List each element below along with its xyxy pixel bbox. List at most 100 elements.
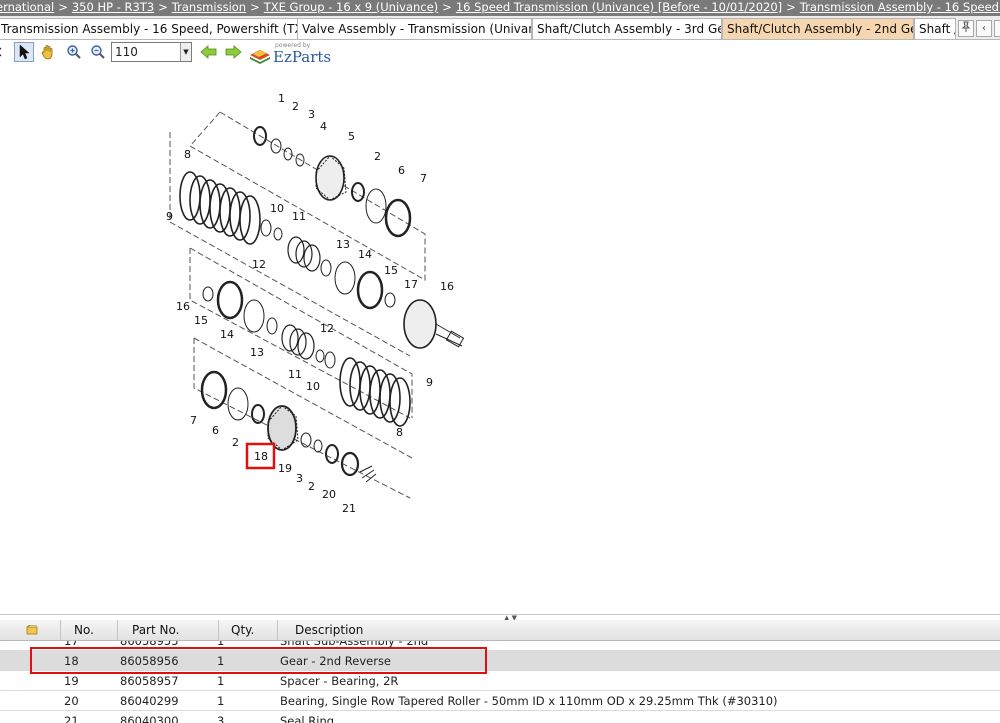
column-header-icon-overlay: [0, 620, 61, 641]
ezparts-logo: powered by EzParts: [249, 42, 339, 66]
zoom-level-value: 110: [115, 45, 138, 59]
callout-label[interactable]: 12: [252, 258, 266, 271]
table-header-overlay: No. Part No. Qty. Description: [0, 620, 1000, 641]
breadcrumb-link-make[interactable]: ernational: [0, 0, 54, 14]
callout-label[interactable]: 21: [342, 502, 356, 515]
highlighted-callout[interactable]: 18: [245, 442, 276, 470]
callout-label[interactable]: 20: [322, 488, 336, 501]
column-header-no-overlay: No.: [61, 620, 118, 641]
pin-icon[interactable]: [958, 20, 974, 37]
tab-shaft-clutch-3rd[interactable]: Shaft/Clutch Assembly - 3rd Gear: [532, 18, 722, 39]
callout-label[interactable]: 1: [278, 92, 285, 105]
callout-label[interactable]: 15: [194, 314, 208, 327]
callout-label[interactable]: 14: [358, 248, 372, 261]
select-pointer-icon[interactable]: [14, 42, 34, 62]
breadcrumb-separator: >: [250, 0, 260, 14]
tab-valve-assembly[interactable]: Valve Assembly - Transmission (Univance): [297, 18, 532, 39]
callout-label[interactable]: 9: [426, 376, 433, 389]
row-qty: 1: [217, 694, 225, 708]
callout-label[interactable]: 13: [250, 346, 264, 359]
callout-label[interactable]: 10: [306, 380, 320, 393]
callout-label[interactable]: 4: [320, 120, 327, 133]
callout-label[interactable]: 2: [292, 100, 299, 113]
tab-scroll-left-icon[interactable]: ‹: [976, 20, 992, 37]
row-description: Spacer - Bearing, 2R: [280, 674, 399, 688]
column-header-description-overlay: Description: [278, 620, 1000, 641]
zoom-level-select[interactable]: 110 ▼: [111, 42, 192, 62]
tab-scroll-right-icon[interactable]: [994, 20, 1000, 37]
callout-label[interactable]: 2: [308, 480, 315, 493]
toolbar-collapse-icon[interactable]: [0, 42, 4, 62]
callout-label[interactable]: 5: [348, 130, 355, 143]
callout-label[interactable]: 12: [320, 322, 334, 335]
breadcrumb-link-group[interactable]: TXE Group - 16 x 9 (Univance): [264, 0, 438, 14]
breadcrumb-separator: >: [442, 0, 452, 14]
chevron-down-icon[interactable]: ▼: [180, 43, 191, 61]
row-qty: 3: [217, 714, 225, 723]
zoom-in-icon[interactable]: [64, 42, 84, 62]
breadcrumb-link-engine[interactable]: 350 HP - R3T3: [72, 0, 154, 14]
row-part-no: 86058957: [120, 674, 179, 688]
tab-shaft-clutch-2nd[interactable]: Shaft/Clutch Assembly - 2nd Gear: [722, 18, 914, 39]
callout-label[interactable]: 7: [190, 414, 197, 427]
callout-label[interactable]: 9: [166, 210, 173, 223]
callout-label[interactable]: 7: [420, 172, 427, 185]
callout-label[interactable]: 10: [270, 202, 284, 215]
callout-label[interactable]: 19: [278, 462, 292, 475]
zoom-out-icon[interactable]: [88, 42, 108, 62]
callout-label[interactable]: 15: [384, 264, 398, 277]
gear-5-shape: [315, 155, 347, 201]
breadcrumb-link-speed-transmission[interactable]: 16 Speed Transmission (Univance) [Before…: [456, 0, 782, 14]
ezparts-books-icon: [250, 50, 270, 64]
callout-label[interactable]: 14: [220, 328, 234, 341]
column-header-qty-overlay: Qty.: [219, 620, 278, 641]
row-part-no: 86040299: [120, 694, 179, 708]
callout-label[interactable]: 13: [336, 238, 350, 251]
breadcrumb-separator: >: [158, 0, 168, 14]
next-arrow-icon[interactable]: [223, 42, 243, 62]
row-description: Seal Ring: [280, 714, 335, 723]
callout-label[interactable]: 6: [212, 424, 219, 437]
column-header-qty-label: Qty.: [231, 623, 255, 637]
callout-label[interactable]: 2: [374, 150, 381, 163]
selected-row-highlight: [30, 647, 487, 674]
callout-label[interactable]: 6: [398, 164, 405, 177]
callout-label[interactable]: 17: [404, 278, 418, 291]
previous-arrow-icon[interactable]: [199, 42, 219, 62]
tab-shaft-truncated[interactable]: Shaft /: [914, 18, 956, 39]
tab-transmission-assembly[interactable]: Transmission Assembly - 16 Speed, Powers…: [0, 18, 298, 39]
callout-label[interactable]: 8: [184, 148, 191, 161]
breadcrumb-link-assembly[interactable]: Transmission Assembly - 16 Speed, Powers…: [800, 0, 1000, 14]
table-row[interactable]: 19 86058957 1 Spacer - Bearing, 2R: [0, 671, 1000, 691]
highlighted-callout-label: 18: [254, 450, 268, 463]
breadcrumb-link-transmission[interactable]: Transmission: [172, 0, 246, 14]
shaft-17-shape: [403, 299, 465, 349]
cart-icon: [26, 625, 38, 635]
row-no: 21: [64, 714, 79, 723]
callout-label[interactable]: 2: [232, 436, 239, 449]
tab-bar: Transmission Assembly - 16 Speed, Powers…: [0, 16, 1000, 40]
breadcrumb-separator: >: [786, 0, 796, 14]
callout-label[interactable]: 3: [308, 108, 315, 121]
column-header-part-no-overlay: Part No.: [118, 620, 219, 641]
callout-label[interactable]: 3: [296, 472, 303, 485]
row-qty: 1: [217, 674, 225, 688]
column-header-description-label: Description: [295, 623, 364, 637]
callout-label[interactable]: 8: [396, 426, 403, 439]
table-row[interactable]: 20 86040299 1 Bearing, Single Row Tapere…: [0, 691, 1000, 711]
breadcrumb: ernational >350 HP - R3T3 > Transmission > TX…: [0, 0, 1000, 16]
column-header-part-no-label: Part No.: [132, 623, 180, 637]
column-header-no-label: No.: [74, 623, 94, 637]
row-no: 19: [64, 674, 79, 688]
callout-label[interactable]: 11: [292, 210, 306, 223]
callout-label[interactable]: 16: [176, 300, 190, 313]
row-part-no: 86040300: [120, 714, 179, 723]
table-row[interactable]: 21 86040300 3 Seal Ring: [0, 711, 1000, 723]
callout-label[interactable]: 11: [288, 368, 302, 381]
row-no: 20: [64, 694, 79, 708]
pan-hand-icon[interactable]: [38, 42, 58, 62]
exploded-parts-diagram[interactable]: 1 2 3 4 5 2 6 7 8 9 10 11 13 14 12 15 16…: [150, 88, 490, 518]
logo-name: EzParts: [273, 48, 332, 66]
callout-label[interactable]: 16: [440, 280, 454, 293]
row-description: Bearing, Single Row Tapered Roller - 50m…: [280, 694, 778, 708]
